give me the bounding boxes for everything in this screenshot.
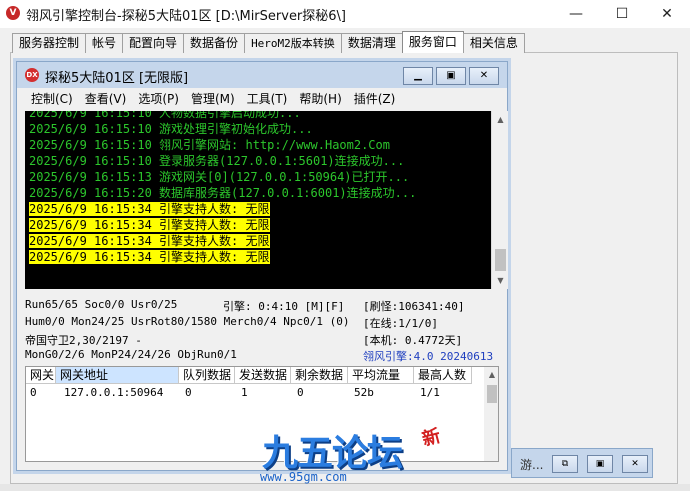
tab-herom2-convert[interactable]: HeroM2版本转换 <box>244 33 342 53</box>
watermark-url: www.95gm.com <box>260 470 347 484</box>
server-icon: DX <box>25 68 39 82</box>
status-local: [本机: 0.4772天] <box>363 334 463 347</box>
scroll-down-icon[interactable]: ▼ <box>492 272 509 289</box>
scroll-thumb[interactable] <box>495 249 506 271</box>
col-max-users[interactable]: 最高人数 <box>414 367 472 384</box>
table-cell[interactable]: 0 <box>293 385 304 401</box>
minimize-button[interactable]: — <box>553 0 599 28</box>
window-title: 翎风引擎控制台-探秘5大陆01区 [D:\MirServer探秘6\] <box>26 9 347 24</box>
log-output[interactable]: 2025/6/9 16:15:10 人物数据引擎启动成功... 2025/6/9… <box>25 111 491 289</box>
status-refresh: [刷怪:106341:40] <box>363 300 465 313</box>
maximize-button[interactable]: ☐ <box>599 0 645 28</box>
col-gate-address[interactable]: 网关地址 <box>56 367 179 384</box>
scroll-thumb[interactable] <box>487 385 497 403</box>
log-line-highlighted: 2025/6/9 16:15:34 引擎支持人数: 无限 <box>29 234 270 248</box>
table-cell[interactable]: 0 <box>181 385 192 401</box>
engine-version: 翎风引擎:4.0 20240613 <box>363 350 494 363</box>
scroll-up-icon[interactable]: ▲ <box>492 111 509 128</box>
scroll-up-icon[interactable]: ▲ <box>484 367 498 383</box>
log-line: 2025/6/9 16:15:10 翎风引擎网站: http://www.Hao… <box>29 138 390 152</box>
tab-config-wizard[interactable]: 配置向导 <box>122 33 185 53</box>
status-run: Run65/65 Soc0/0 Usr0/25 <box>25 298 178 311</box>
log-line: 2025/6/9 16:15:10 游戏处理引擎初始化成功... <box>29 122 313 136</box>
log-line: 2025/6/9 16:15:13 游戏网关[0](127.0.0.1:5096… <box>29 170 410 184</box>
status-hum: Hum0/0 Mon24/25 UsrRot80/1580 Merch0/4 N… <box>25 315 350 328</box>
col-queue-data[interactable]: 队列数据 <box>179 367 235 384</box>
menu-plugins[interactable]: 插件(Z) <box>348 88 402 110</box>
table-scrollbar[interactable]: ▲ <box>484 367 498 461</box>
table-cell[interactable]: 0 <box>26 385 37 401</box>
inner-minimize-button[interactable]: ▁ <box>403 67 433 85</box>
tab-service-window[interactable]: 服务窗口 <box>401 31 464 53</box>
main-console-window: V 翎风引擎控制台-探秘5大陆01区 [D:\MirServer探秘6\] — … <box>0 0 690 491</box>
menu-view[interactable]: 查看(V) <box>79 88 133 110</box>
tab-server-control[interactable]: 服务器控制 <box>12 33 87 53</box>
close-button[interactable]: ✕ <box>622 455 648 473</box>
menu-tools[interactable]: 工具(T) <box>241 88 294 110</box>
maximize-button[interactable]: ▣ <box>587 455 613 473</box>
table-cell[interactable]: 127.0.0.1:50964 <box>60 385 163 401</box>
table-cell[interactable]: 52b <box>350 385 374 401</box>
tab-account[interactable]: 帐号 <box>85 33 124 53</box>
tab-data-backup[interactable]: 数据备份 <box>183 33 246 53</box>
watermark-text: 九五论坛 <box>262 433 403 474</box>
menu-control[interactable]: 控制(C) <box>25 88 79 110</box>
status-guard: 帝国守卫2,30/2197 - <box>25 334 142 347</box>
restore-button[interactable]: ⧉ <box>552 455 578 473</box>
inner-window-title: 探秘5大陆01区 [无限版] <box>45 71 189 86</box>
log-line: 2025/6/9 16:15:10 登录服务器(127.0.0.1:5601)连… <box>29 154 405 168</box>
close-button[interactable]: ✕ <box>644 0 690 28</box>
tab-strip: 服务器控制 帐号 配置向导 数据备份 HeroM2版本转换 数据清理 服务窗口 … <box>12 31 525 53</box>
col-sent-data[interactable]: 发送数据 <box>235 367 291 384</box>
col-avg-traffic[interactable]: 平均流量 <box>348 367 414 384</box>
minimized-window[interactable]: 游... ⧉ ▣ ✕ <box>511 448 653 478</box>
status-online: [在线:1/1/0] <box>363 317 438 330</box>
watermark-seal: 新 <box>419 425 443 451</box>
log-line: 2025/6/9 16:15:10 人物数据引擎启动成功... <box>29 111 301 120</box>
menu-manage[interactable]: 管理(M) <box>185 88 241 110</box>
inner-maximize-button[interactable]: ▣ <box>436 67 466 85</box>
game-server-window: DX 探秘5大陆01区 [无限版] ▁ ▣ ✕ 控制(C) 查看(V) 选项(P… <box>16 61 508 471</box>
col-remaining-data[interactable]: 剩余数据 <box>291 367 348 384</box>
inner-title-bar[interactable]: DX 探秘5大陆01区 [无限版] ▁ ▣ ✕ <box>17 62 507 88</box>
log-line-highlighted: 2025/6/9 16:15:34 引擎支持人数: 无限 <box>29 202 270 216</box>
log-line-highlighted: 2025/6/9 16:15:34 引擎支持人数: 无限 <box>29 218 270 232</box>
log-scrollbar[interactable]: ▲ ▼ <box>491 111 508 289</box>
menu-bar: 控制(C) 查看(V) 选项(P) 管理(M) 工具(T) 帮助(H) 插件(Z… <box>17 88 507 110</box>
log-line: 2025/6/9 16:15:20 数据库服务器(127.0.0.1:6001)… <box>29 186 417 200</box>
menu-help[interactable]: 帮助(H) <box>293 88 347 110</box>
log-line-highlighted: 2025/6/9 16:15:34 引擎支持人数: 无限 <box>29 250 270 264</box>
title-bar[interactable]: V 翎风引擎控制台-探秘5大陆01区 [D:\MirServer探秘6\] — … <box>0 0 690 28</box>
minimized-window-title: 游... <box>520 458 544 472</box>
status-engine-uptime: 引擎: 0:4:10 [M][F] <box>223 300 345 313</box>
tab-related-info[interactable]: 相关信息 <box>462 33 525 53</box>
app-icon: V <box>6 6 20 20</box>
col-gate[interactable]: 网关 <box>26 367 56 384</box>
watermark-logo: 九五论坛 新 www.95gm.com <box>258 424 468 490</box>
status-mongo: MonG0/2/6 MonP24/24/26 ObjRun0/1 <box>25 348 237 361</box>
table-cell[interactable]: 1/1 <box>416 385 440 401</box>
tab-data-cleanup[interactable]: 数据清理 <box>340 33 403 53</box>
menu-options[interactable]: 选项(P) <box>132 88 185 110</box>
desktop-strip <box>0 484 690 491</box>
table-cell[interactable]: 1 <box>237 385 248 401</box>
inner-close-button[interactable]: ✕ <box>469 67 499 85</box>
